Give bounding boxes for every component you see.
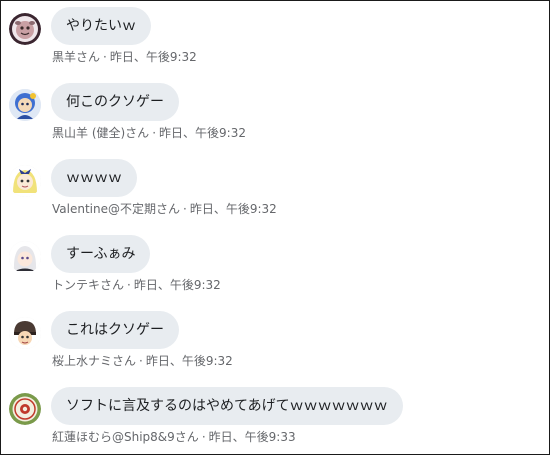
message-time[interactable]: 昨日、午後9:32 — [190, 202, 277, 216]
message-bubble: ｗｗｗｗ — [51, 159, 137, 197]
author-name[interactable]: Valentine@不定期さん — [52, 202, 180, 216]
author-name[interactable]: 黒羊さん — [52, 50, 100, 64]
message-meta: 黒山羊 (健全)さん · 昨日、午後9:32 — [52, 125, 246, 141]
meta-separator: · — [127, 278, 131, 292]
author-name[interactable]: トンテキさん — [52, 278, 124, 292]
blue-character-avatar-icon[interactable] — [9, 89, 41, 121]
meta-separator: · — [182, 202, 187, 216]
meta-separator: · — [139, 354, 143, 368]
white-hair-character-avatar-icon[interactable] — [9, 241, 41, 273]
chat-message: 何このクソゲー 黒山羊 (健全)さん · 昨日、午後9:32 — [1, 83, 549, 143]
author-name[interactable]: 桜上水ナミさん — [52, 354, 136, 368]
chat-message: これはクソゲー 桜上水ナミさん · 昨日、午後9:32 — [1, 311, 549, 371]
meta-separator: · — [103, 50, 107, 64]
message-time[interactable]: 昨日、午後9:32 — [146, 354, 233, 368]
blonde-character-avatar-icon[interactable] — [9, 165, 41, 197]
meta-separator: · — [152, 126, 157, 140]
message-bubble: やりたいｗ — [51, 7, 151, 45]
sheep-avatar-icon[interactable] — [9, 13, 41, 45]
helmet-character-avatar-icon[interactable] — [9, 317, 41, 349]
chat-message: やりたいｗ 黒羊さん · 昨日、午後9:32 — [1, 7, 549, 67]
author-name[interactable]: 黒山羊 (健全)さん — [52, 126, 149, 140]
message-meta: 紅蓮ほむら@Ship8&9さん · 昨日、午後9:33 — [52, 429, 296, 445]
message-bubble: ソフトに言及するのはやめてあげてｗｗｗｗｗｗｗ — [51, 387, 403, 425]
message-time[interactable]: 昨日、午後9:32 — [134, 278, 221, 292]
emblem-avatar-icon[interactable] — [9, 393, 41, 425]
message-meta: 黒羊さん · 昨日、午後9:32 — [52, 49, 197, 65]
message-time[interactable]: 昨日、午後9:32 — [110, 50, 197, 64]
chat-message: すーふぁみ トンテキさん · 昨日、午後9:32 — [1, 235, 549, 295]
author-name[interactable]: 紅蓮ほむら@Ship8&9さん — [52, 430, 199, 444]
message-bubble: これはクソゲー — [51, 311, 179, 349]
chat-thread: やりたいｗ 黒羊さん · 昨日、午後9:32 何このクソゲー 黒山羊 (健全)さん ·… — [0, 0, 550, 455]
meta-separator: · — [201, 430, 206, 444]
message-meta: トンテキさん · 昨日、午後9:32 — [52, 277, 221, 293]
chat-message: ソフトに言及するのはやめてあげてｗｗｗｗｗｗｗ 紅蓮ほむら@Ship8&9さん ·… — [1, 387, 549, 447]
message-time[interactable]: 昨日、午後9:33 — [209, 430, 296, 444]
message-time[interactable]: 昨日、午後9:32 — [159, 126, 246, 140]
message-bubble: 何このクソゲー — [51, 83, 179, 121]
chat-message: ｗｗｗｗ Valentine@不定期さん · 昨日、午後9:32 — [1, 159, 549, 219]
message-meta: Valentine@不定期さん · 昨日、午後9:32 — [52, 201, 277, 217]
message-meta: 桜上水ナミさん · 昨日、午後9:32 — [52, 353, 233, 369]
message-bubble: すーふぁみ — [51, 235, 151, 273]
